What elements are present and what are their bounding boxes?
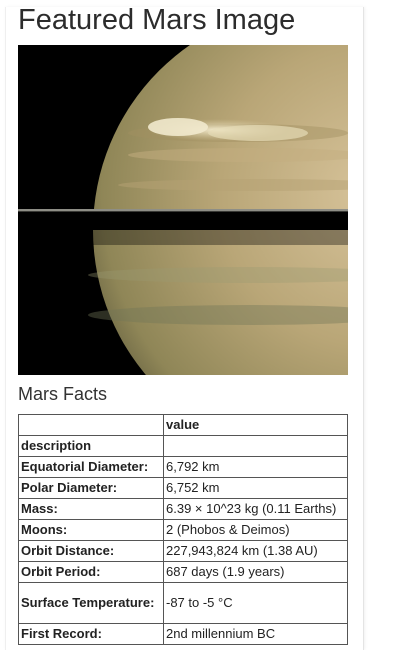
fact-value: -87 to -5 °C [163, 582, 348, 624]
fact-label: Orbit Period: [18, 561, 164, 583]
fact-label: Moons: [18, 519, 164, 541]
table-row: Polar Diameter: 6,752 km [18, 477, 348, 499]
table-row: Orbit Period: 687 days (1.9 years) [18, 561, 348, 583]
table-index-blank [163, 435, 348, 457]
table-header-row: value [18, 414, 348, 436]
fact-value: 6,792 km [163, 456, 348, 478]
table-header-value: value [163, 414, 348, 436]
fact-value: 687 days (1.9 years) [163, 561, 348, 583]
fact-value: 6.39 × 10^23 kg (0.11 Earths) [163, 498, 348, 520]
table-row: Moons: 2 (Phobos & Deimos) [18, 519, 348, 541]
table-index-row: description [18, 435, 348, 457]
fact-label: Polar Diameter: [18, 477, 164, 499]
featured-image[interactable] [18, 45, 348, 375]
table-header-blank [18, 414, 164, 436]
page: Featured Mars Image Mars Facts value des… [0, 0, 410, 650]
table-row: Surface Temperature: -87 to -5 °C [18, 582, 348, 624]
fact-label: Orbit Distance: [18, 540, 164, 562]
table-row: Mass: 6.39 × 10^23 kg (0.11 Earths) [18, 498, 348, 520]
facts-heading: Mars Facts [18, 384, 108, 404]
fact-label: Equatorial Diameter: [18, 456, 164, 478]
fact-value: 6,752 km [163, 477, 348, 499]
mars-facts-table: value description Equatorial Diameter: 6… [18, 414, 348, 645]
featured-image-graphic [18, 45, 348, 375]
page-title: Featured Mars Image [18, 4, 296, 36]
fact-value: 2 (Phobos & Deimos) [163, 519, 348, 541]
fact-value: 2nd millennium BC [163, 623, 348, 645]
fact-value: 227,943,824 km (1.38 AU) [163, 540, 348, 562]
fact-label: First Record: [18, 623, 164, 645]
table-row: Orbit Distance: 227,943,824 km (1.38 AU) [18, 540, 348, 562]
table-index-label: description [18, 435, 164, 457]
fact-label: Surface Temperature: [18, 582, 164, 624]
table-row: Equatorial Diameter: 6,792 km [18, 456, 348, 478]
fact-label: Mass: [18, 498, 164, 520]
table-row: First Record: 2nd millennium BC [18, 623, 348, 645]
